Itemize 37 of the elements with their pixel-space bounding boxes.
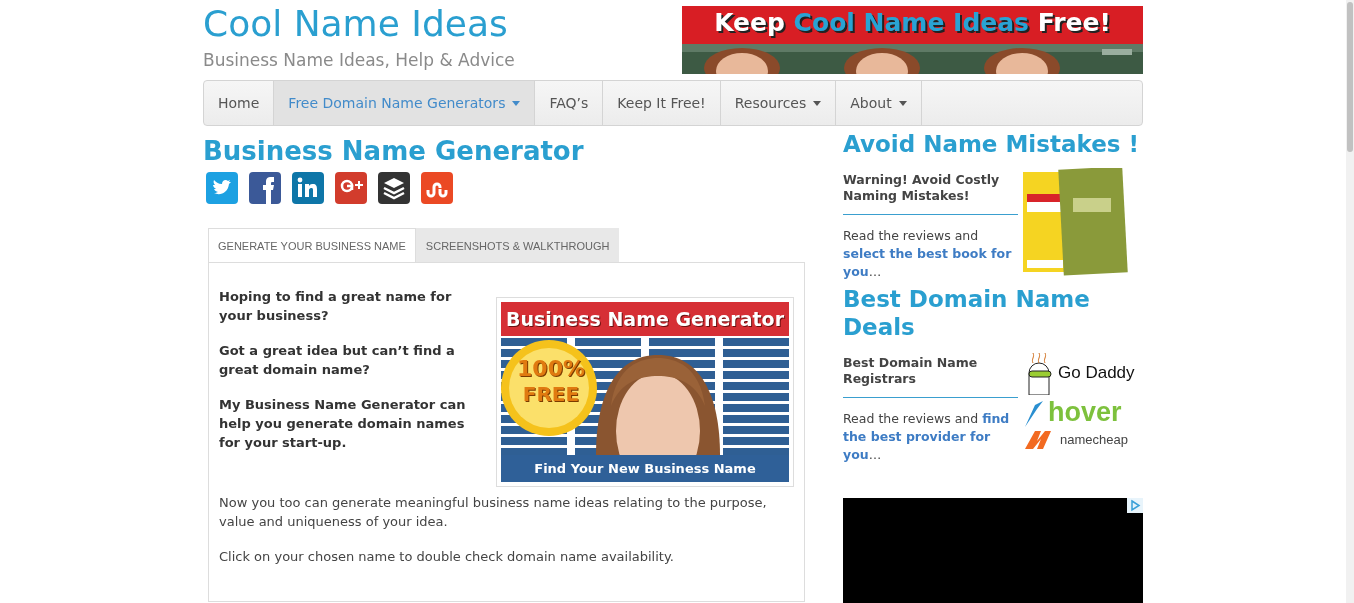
- twitter-icon[interactable]: [206, 172, 238, 204]
- namecheap-logo: namecheap: [1060, 431, 1128, 447]
- sidebar-heading: Best Domain Name Deals: [843, 285, 1091, 341]
- generator-graphic[interactable]: Business Name Generator 100% FREE Find Your New Business Name: [496, 297, 794, 487]
- nav-item[interactable]: FAQ’s: [535, 81, 604, 125]
- intro-paragraph: Got a great idea but can’t find a great domain name?: [219, 342, 456, 379]
- sidebar-text: Read the reviews and find the best provider for you…: [843, 410, 1011, 464]
- godaddy-logo: Go Daddy: [1058, 363, 1135, 383]
- graphic-title: Business Name Generator: [501, 302, 789, 336]
- facebook-icon[interactable]: [249, 172, 281, 204]
- linkedin-icon[interactable]: [292, 172, 324, 204]
- site-tagline: Business Name Ideas, Help & Advice: [203, 50, 515, 70]
- hover-logo: hover: [1048, 398, 1122, 426]
- nav-item[interactable]: About: [836, 81, 922, 125]
- intro-paragraph: My Business Name Generator can help you generate domain names for your start-up.: [219, 396, 467, 452]
- sidebar-subheading: Best Domain Name Registrars: [843, 355, 1018, 398]
- tab[interactable]: GENERATE YOUR BUSINESS NAME: [208, 228, 416, 262]
- sidebar-text: Read the reviews and select the best book for you…: [843, 227, 1013, 281]
- nav-item[interactable]: Resources: [720, 81, 837, 125]
- tab[interactable]: SCREENSHOTS & WALKTHROUGH: [415, 228, 620, 262]
- body-paragraph: Now you too can generate meaningful business name ideas relating to the purpose, value and uniqueness of your idea.: [219, 494, 768, 531]
- intro-paragraph: Hoping to find a great name for your business?: [219, 288, 453, 325]
- body-paragraph: Click on your chosen name to double check domain name availability.: [219, 548, 675, 566]
- nav-item[interactable]: Keep It Free!: [603, 81, 721, 125]
- ad-info-icon[interactable]: [1127, 498, 1143, 513]
- layers-icon[interactable]: [378, 172, 410, 204]
- badge-free: FREE: [521, 384, 581, 404]
- google-plus-icon[interactable]: [335, 172, 367, 204]
- banner-headline: Keep Cool Name Ideas Free!: [713, 8, 1112, 37]
- scrollbar[interactable]: [1346, 0, 1354, 603]
- promo-banner[interactable]: Keep Cool Name Ideas Free!: [682, 6, 1143, 74]
- graphic-caption: Find Your New Business Name: [501, 455, 789, 482]
- sidebar-subheading: Warning! Avoid Costly Naming Mistakes!: [843, 172, 1018, 215]
- stumbleupon-icon[interactable]: [421, 172, 453, 204]
- sidebar-heading: Avoid Name Mistakes !: [843, 130, 1140, 158]
- page-title: Business Name Generator: [203, 136, 585, 166]
- badge-percent: 100%: [516, 358, 586, 380]
